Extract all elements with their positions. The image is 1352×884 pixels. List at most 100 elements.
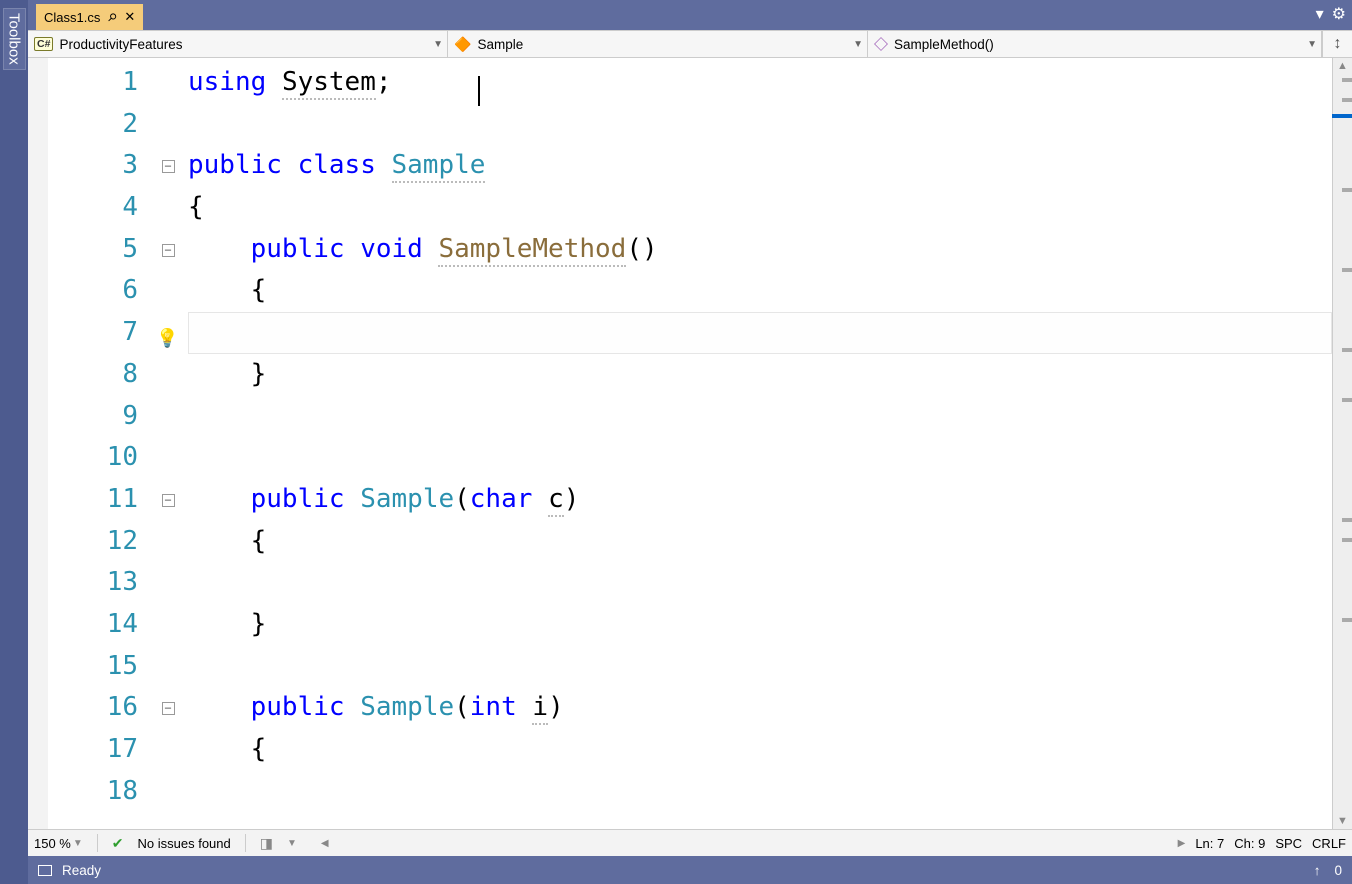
line-number: 9 — [48, 396, 148, 438]
window-icon[interactable] — [38, 865, 52, 876]
code-text[interactable] — [188, 562, 1312, 604]
code-line[interactable]: 5− public void SampleMethod() — [48, 229, 1312, 271]
code-text[interactable]: public Sample(char c) — [188, 479, 1312, 521]
collapse-icon[interactable]: − — [162, 494, 175, 507]
gear-icon[interactable]: ⚙ — [1332, 4, 1346, 24]
code-line[interactable]: 9 — [48, 396, 1312, 438]
code-lines: 1using System;23−public class Sample4{5−… — [48, 62, 1312, 812]
code-text[interactable]: { — [188, 729, 1312, 771]
col-indicator[interactable]: Ch: 9 — [1234, 836, 1265, 851]
issues-text[interactable]: No issues found — [138, 836, 231, 851]
scroll-down-icon[interactable]: ▼ — [1337, 815, 1348, 827]
code-line[interactable]: 14 } — [48, 604, 1312, 646]
line-indicator[interactable]: Ln: 7 — [1195, 836, 1224, 851]
divider — [97, 834, 98, 852]
overview-mark — [1342, 268, 1352, 272]
code-text[interactable]: { — [188, 521, 1312, 563]
code-line[interactable]: 13 — [48, 562, 1312, 604]
scrollbar-overview[interactable]: ▲ ▼ — [1332, 58, 1352, 829]
method-icon — [874, 37, 888, 51]
member-label: SampleMethod() — [894, 37, 994, 52]
pin-icon[interactable]: ⚲ — [105, 10, 120, 25]
code-text[interactable] — [188, 771, 1312, 813]
code-text[interactable]: public class Sample — [188, 145, 1312, 187]
line-number: 6 — [48, 270, 148, 312]
code-text[interactable]: using System; — [188, 62, 1312, 104]
class-label: Sample — [477, 37, 523, 52]
split-editor-button[interactable]: ↕ — [1322, 31, 1352, 57]
lightbulb-icon[interactable]: 💡 — [156, 318, 178, 360]
code-text[interactable]: { — [188, 270, 1312, 312]
space-mode[interactable]: SPC — [1275, 836, 1302, 851]
class-dropdown[interactable]: 🔶 Sample ▼ — [448, 31, 868, 57]
scroll-left-icon[interactable]: ◀ — [321, 838, 329, 849]
collapse-icon[interactable]: − — [162, 702, 175, 715]
toolbox-tab-label[interactable]: Toolbox — [3, 8, 26, 70]
scroll-up-icon[interactable]: ▲ — [1337, 60, 1348, 72]
member-dropdown[interactable]: SampleMethod() ▼ — [868, 31, 1322, 57]
code-text[interactable]: { — [188, 187, 1312, 229]
chevron-down-icon[interactable]: ▼ — [287, 838, 297, 849]
code-editor[interactable]: 1using System;23−public class Sample4{5−… — [48, 58, 1332, 829]
code-text[interactable]: } — [188, 354, 1312, 396]
class-icon: 🔶 — [454, 36, 471, 53]
scroll-right-icon[interactable]: ▶ — [1178, 838, 1186, 849]
toolbox-panel[interactable]: Toolbox — [0, 0, 28, 884]
line-number: 14 — [48, 604, 148, 646]
check-icon: ✔ — [112, 835, 124, 852]
chevron-down-icon: ▼ — [853, 39, 863, 50]
line-number: 18 — [48, 771, 148, 813]
ready-label: Ready — [62, 863, 101, 878]
document-tab-title: Class1.cs — [44, 10, 100, 25]
zoom-dropdown[interactable]: 150 % ▼ — [34, 836, 83, 851]
publish-up-icon[interactable]: ↑ — [1314, 863, 1321, 878]
namespace-dropdown[interactable]: C# ProductivityFeatures ▼ — [28, 31, 448, 57]
code-line[interactable]: 12 { — [48, 521, 1312, 563]
code-line[interactable]: 1using System; — [48, 62, 1312, 104]
code-text[interactable]: } — [188, 604, 1312, 646]
code-line[interactable]: 10 — [48, 437, 1312, 479]
chevron-down-icon: ▼ — [1307, 39, 1317, 50]
code-line[interactable]: 11− public Sample(char c) — [48, 479, 1312, 521]
overview-mark — [1342, 538, 1352, 542]
notification-count[interactable]: 0 — [1334, 863, 1342, 878]
code-line[interactable]: 4{ — [48, 187, 1312, 229]
fold-gutter[interactable]: − — [148, 687, 188, 729]
line-number: 3 — [48, 145, 148, 187]
editor-row: 1using System;23−public class Sample4{5−… — [28, 58, 1352, 829]
line-number: 4 — [48, 187, 148, 229]
collapse-icon[interactable]: − — [162, 244, 175, 257]
code-line[interactable]: 18 — [48, 771, 1312, 813]
fold-gutter[interactable]: − — [148, 479, 188, 521]
chevron-down-icon[interactable]: ▾ — [1316, 4, 1324, 24]
editor-margin — [28, 58, 48, 829]
caret-indicator — [1332, 114, 1352, 118]
editor-status-bar: 150 % ▼ ✔ No issues found ◨ ▼ ◀ ▶ Ln: 7 … — [28, 829, 1352, 856]
overview-mark — [1342, 618, 1352, 622]
overview-mark — [1342, 188, 1352, 192]
line-number: 13 — [48, 562, 148, 604]
code-line[interactable]: 3 −public class Sample — [48, 145, 1312, 187]
code-line[interactable]: 2 — [48, 104, 1312, 146]
fold-gutter[interactable]: − — [148, 229, 188, 271]
lineending-mode[interactable]: CRLF — [1312, 836, 1346, 851]
code-line[interactable]: 16− public Sample(int i) — [48, 687, 1312, 729]
overview-mark — [1342, 78, 1352, 82]
navigation-bar: C# ProductivityFeatures ▼ 🔶 Sample ▼ Sam… — [28, 30, 1352, 58]
current-line-highlight — [188, 312, 1332, 354]
collapse-icon[interactable]: − — [162, 160, 175, 173]
code-text[interactable]: public Sample(int i) — [188, 687, 1312, 729]
app-status-bar: Ready ↑ 0 — [28, 856, 1352, 884]
code-line[interactable]: 6 { — [48, 270, 1312, 312]
code-line[interactable]: 15 — [48, 646, 1312, 688]
fold-gutter[interactable]: − — [148, 145, 188, 187]
eraser-icon[interactable]: ◨ — [260, 835, 273, 852]
code-line[interactable]: 8 } — [48, 354, 1312, 396]
divider — [245, 834, 246, 852]
csharp-badge-icon: C# — [34, 37, 53, 51]
overview-mark — [1342, 348, 1352, 352]
document-tab[interactable]: Class1.cs ⚲ ✕ — [36, 4, 143, 30]
close-icon[interactable]: ✕ — [124, 9, 135, 25]
code-text[interactable]: public void SampleMethod() — [188, 229, 1312, 271]
code-line[interactable]: 17 { — [48, 729, 1312, 771]
